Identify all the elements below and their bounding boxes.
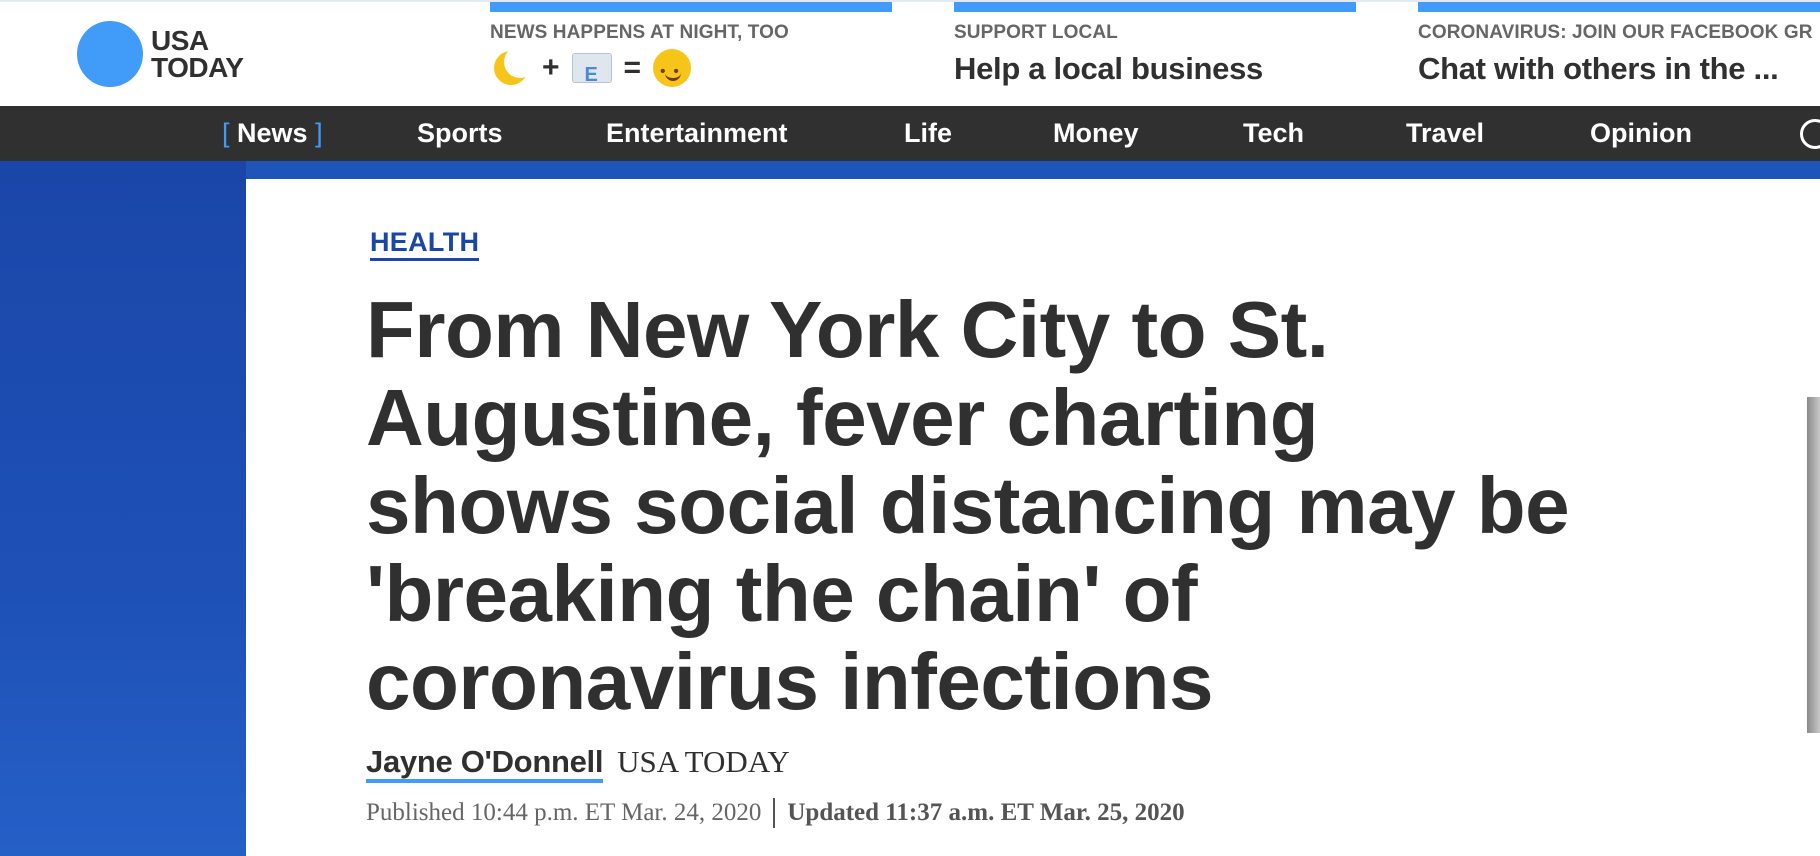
- headline-line: 'breaking the chain' of: [366, 549, 1198, 638]
- promo-bar: [954, 2, 1356, 12]
- headline-line: From New York City to St.: [366, 285, 1329, 374]
- moon-icon: [490, 46, 536, 88]
- lead-photo-edge[interactable]: [1807, 397, 1820, 733]
- promo-support-local[interactable]: SUPPORT LOCAL Help a local business: [954, 2, 1356, 102]
- nav-item-sports[interactable]: Sports: [417, 106, 503, 161]
- logo-line-2: TODAY: [151, 52, 244, 83]
- search-icon[interactable]: [1800, 119, 1820, 149]
- equals-sign: =: [623, 51, 642, 84]
- envelope-icon: [571, 53, 612, 95]
- outlet-name: USA TODAY: [617, 744, 790, 779]
- promo-bar: [490, 2, 892, 12]
- nav-item-money[interactable]: Money: [1053, 106, 1139, 161]
- usa-today-logo[interactable]: USA TODAY: [77, 20, 244, 88]
- article-headline: From New York City to St. Augustine, fev…: [366, 286, 1696, 726]
- promo-title: Help a local business: [954, 51, 1263, 86]
- nav-item-entertainment[interactable]: Entertainment: [606, 106, 788, 161]
- nav-item-tech[interactable]: Tech: [1243, 106, 1304, 161]
- main-nav: [ News ] Sports Entertainment Life Money…: [0, 106, 1820, 161]
- logo-line-1: USA: [151, 25, 209, 56]
- masthead: USA TODAY NEWS HAPPENS AT NIGHT, TOO + =…: [0, 0, 1820, 106]
- headline-line: coronavirus infections: [366, 637, 1213, 726]
- updated-date: Updated 11:37 a.m. ET Mar. 25, 2020: [787, 799, 1185, 826]
- promo-emoji-row: + =: [490, 46, 692, 95]
- headline-line: Augustine, fever charting: [366, 373, 1319, 462]
- section-label-health[interactable]: HEALTH: [370, 226, 480, 261]
- active-bracket-close: ]: [315, 118, 323, 148]
- smirk-icon: [653, 49, 692, 92]
- logo-wordmark: USA TODAY: [151, 25, 244, 83]
- promo-facebook-group[interactable]: CORONAVIRUS: JOIN OUR FACEBOOK GR Chat w…: [1418, 2, 1820, 102]
- author-link[interactable]: Jayne O'Donnell: [366, 745, 603, 783]
- nav-item-opinion[interactable]: Opinion: [1590, 106, 1692, 161]
- promo-night-newsletter[interactable]: NEWS HAPPENS AT NIGHT, TOO + =: [490, 2, 892, 102]
- date-separator: [773, 798, 776, 828]
- published-date: Published 10:44 p.m. ET Mar. 24, 2020: [366, 799, 762, 826]
- promo-kicker: SUPPORT LOCAL: [954, 22, 1118, 43]
- left-gutter: [0, 161, 246, 856]
- nav-item-travel[interactable]: Travel: [1406, 106, 1484, 161]
- promo-kicker: NEWS HAPPENS AT NIGHT, TOO: [490, 22, 789, 43]
- promo-title: Chat with others in the ...: [1418, 51, 1779, 86]
- nav-label: News: [237, 118, 308, 148]
- blue-band: [0, 161, 1820, 179]
- dateline: Published 10:44 p.m. ET Mar. 24, 2020 Up…: [366, 798, 1185, 828]
- nav-item-news[interactable]: [ News ]: [222, 106, 323, 161]
- promo-bar: [1418, 2, 1820, 12]
- byline: Jayne O'Donnell USA TODAY: [366, 744, 790, 783]
- logo-circle-icon: [77, 21, 143, 87]
- promo-kicker: CORONAVIRUS: JOIN OUR FACEBOOK GR: [1418, 22, 1813, 43]
- active-bracket-open: [: [222, 118, 230, 148]
- plus-sign: +: [542, 51, 560, 84]
- headline-line: shows social distancing may be: [366, 461, 1570, 550]
- nav-item-life[interactable]: Life: [904, 106, 952, 161]
